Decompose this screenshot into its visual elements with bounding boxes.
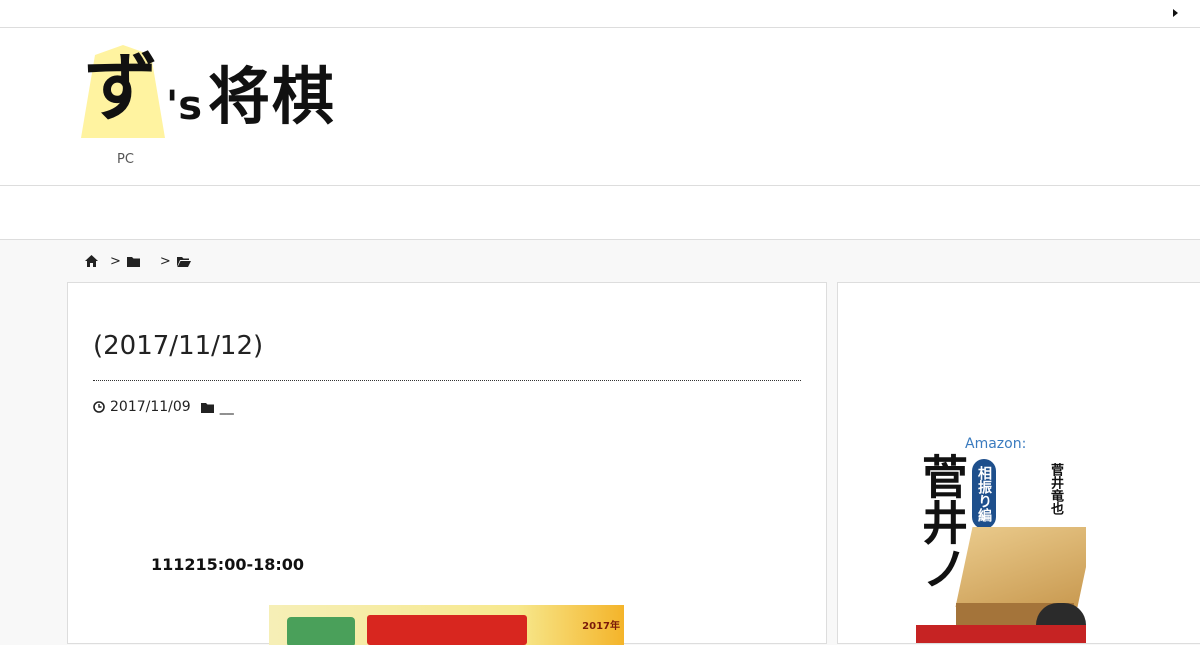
home-icon[interactable] [85,255,98,267]
toggle-arrow-icon[interactable] [1173,9,1178,17]
site-logo[interactable]: ず 's 将棋 [78,42,358,142]
logo-suffix-text: 's [166,83,203,129]
amazon-label: Amazon: [965,436,1027,452]
site-header: ず 's 将棋 PC [0,28,1200,186]
top-bar [0,0,1200,28]
breadcrumb-separator: > [159,253,171,269]
clock-icon [93,401,105,413]
breadcrumb: > > [85,252,191,270]
folder-icon[interactable] [126,256,140,267]
logo-main-text: ず [84,45,158,131]
book-cover-image[interactable]: 菅井ノ 相振り編 菅井竜也 [916,453,1086,643]
nav-bar [0,186,1200,240]
banner-green-block [287,617,355,645]
entry-category-link[interactable]: __ [220,399,234,415]
site-tagline: PC [117,152,134,167]
shogi-board-illustration [955,527,1086,607]
book-red-band [916,625,1086,643]
event-time: 111215:00-18:00 [151,555,305,574]
sidebar: Amazon: 菅井ノ 相振り編 菅井竜也 [837,282,1200,644]
folder-icon [200,402,214,413]
logo-name-text: 将棋 [208,60,337,133]
main-content: (2017/11/12) 2017/11/09 __ 111215:00-18:… [67,282,827,645]
book-title: 菅井ノ [916,453,969,591]
entry-date: 2017/11/09 [110,399,191,415]
book-tag: 相振り編 [972,459,996,529]
entry-meta: 2017/11/09 __ [93,399,234,415]
breadcrumb-separator: > [110,253,121,269]
book-author: 菅井竜也 [1048,463,1063,515]
entry-title: (2017/11/12) [93,331,264,361]
event-banner-image[interactable]: 2017年 [269,605,624,645]
title-divider [93,380,801,381]
folder-open-icon[interactable] [176,256,191,267]
banner-red-block [367,615,527,645]
